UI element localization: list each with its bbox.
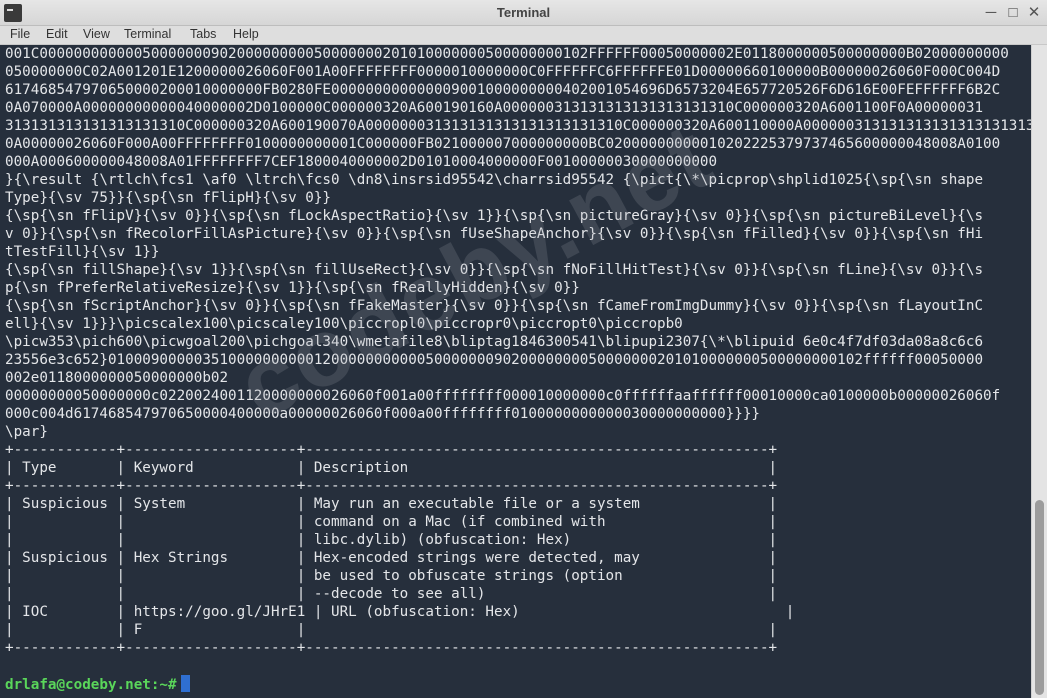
- terminal-line: tTestFill}{\sv 1}}: [5, 244, 160, 260]
- terminal-line: +------------+--------------------+-----…: [5, 442, 778, 458]
- maximize-icon[interactable]: □: [1004, 4, 1022, 22]
- minimize-icon[interactable]: ─: [982, 4, 1000, 22]
- menu-terminal[interactable]: Terminal: [124, 27, 171, 41]
- terminal-line: p{\sn fPreferRelativeResize}{\sv 1}}{\sp…: [5, 280, 580, 296]
- terminal-line: v 0}}{\sp{\sn fRecolorFillAsPicture}{\sv…: [5, 226, 984, 242]
- terminal-line: | | | --decode to see all) |: [5, 586, 778, 602]
- text-cursor: [180, 675, 190, 692]
- title-bar[interactable]: Terminal ─ □ ✕: [0, 0, 1047, 26]
- terminal-line: }{\result {\rtlch\fcs1 \af0 \ltrch\fcs0 …: [5, 172, 984, 188]
- terminal-line: 002e0118000000050000000b02: [5, 370, 229, 386]
- terminal-line: 313131313131313131310C000000320A60019007…: [5, 118, 1031, 134]
- terminal-line: | | F | |: [5, 622, 778, 638]
- close-icon[interactable]: ✕: [1025, 4, 1043, 22]
- terminal-line: | IOC | https://goo.gl/JHrE1 | URL (obfu…: [5, 604, 795, 620]
- terminal-line: | | | be used to obfuscate strings (opti…: [5, 568, 778, 584]
- vertical-scrollbar[interactable]: [1031, 45, 1047, 698]
- terminal-output-area[interactable]: 001C000000000000500000009020000000005000…: [0, 45, 1031, 698]
- terminal-line: | Type | Keyword | Description |: [5, 460, 778, 476]
- terminal-line: | Suspicious | System | May run an execu…: [5, 496, 778, 512]
- terminal-line: | | | command on a Mac (if combined with…: [5, 514, 778, 530]
- terminal-line: {\sp{\sn fFlipV}{\sv 0}}{\sp{\sn fLockAs…: [5, 208, 984, 224]
- terminal-output: 001C000000000000500000009020000000005000…: [5, 45, 1031, 657]
- terminal-line: | | | libc.dylib) (obfuscation: Hex) |: [5, 532, 778, 548]
- terminal-line: 23556e3c652}0100090000035100000000001200…: [5, 352, 984, 368]
- terminal-line: {\sp{\sn fillShape}{\sv 1}}{\sp{\sn fill…: [5, 262, 984, 278]
- terminal-line: 0A00000026060F000A00FFFFFFFF010000000000…: [5, 136, 1001, 152]
- terminal-line: 000A000600000048008A01FFFFFFFF7CEF180004…: [5, 154, 718, 170]
- terminal-line: +------------+--------------------+-----…: [5, 478, 778, 494]
- menu-help[interactable]: Help: [233, 27, 259, 41]
- terminal-line: | Suspicious | Hex Strings | Hex-encoded…: [5, 550, 778, 566]
- terminal-line: 00000000050000000c0220024001120000000026…: [5, 388, 1001, 404]
- terminal-line: Type}{\sv 75}}{\sp{\sn fFlipH}{\sv 0}}: [5, 190, 332, 206]
- menu-file[interactable]: File: [10, 27, 30, 41]
- scrollbar-thumb[interactable]: [1035, 500, 1044, 695]
- menu-edit[interactable]: Edit: [46, 27, 68, 41]
- prompt-line[interactable]: drlafa@codeby.net:~#: [5, 675, 190, 694]
- terminal-line: 0A070000A00000000000040000002D0100000C00…: [5, 100, 984, 116]
- terminal-line: 000c004d617468547970650000400000a0000002…: [5, 406, 760, 422]
- terminal-line: ell}{\sv 1}}}\picscalex100\picscaley100\…: [5, 316, 683, 332]
- menu-tabs[interactable]: Tabs: [190, 27, 216, 41]
- menu-bar: File Edit View Terminal Tabs Help: [0, 26, 1047, 45]
- terminal-line: 617468547970650000200010000000FB0280FE00…: [5, 82, 1001, 98]
- terminal-window: Terminal ─ □ ✕ File Edit View Terminal T…: [0, 0, 1047, 698]
- terminal-line: \par}: [5, 424, 48, 440]
- window-title: Terminal: [496, 5, 551, 20]
- terminal-line: {\sp{\sn fScriptAnchor}{\sv 0}}{\sp{\sn …: [5, 298, 984, 314]
- menu-view[interactable]: View: [83, 27, 110, 41]
- terminal-line: +------------+--------------------+-----…: [5, 640, 778, 656]
- terminal-line: 050000000C02A001201E1200000026060F001A00…: [5, 64, 1001, 80]
- terminal-line: \picw353\pich600\picwgoal200\pichgoal340…: [5, 334, 984, 350]
- terminal-line: 001C000000000000500000009020000000005000…: [5, 46, 1009, 62]
- shell-prompt: drlafa@codeby.net:~#: [5, 677, 177, 693]
